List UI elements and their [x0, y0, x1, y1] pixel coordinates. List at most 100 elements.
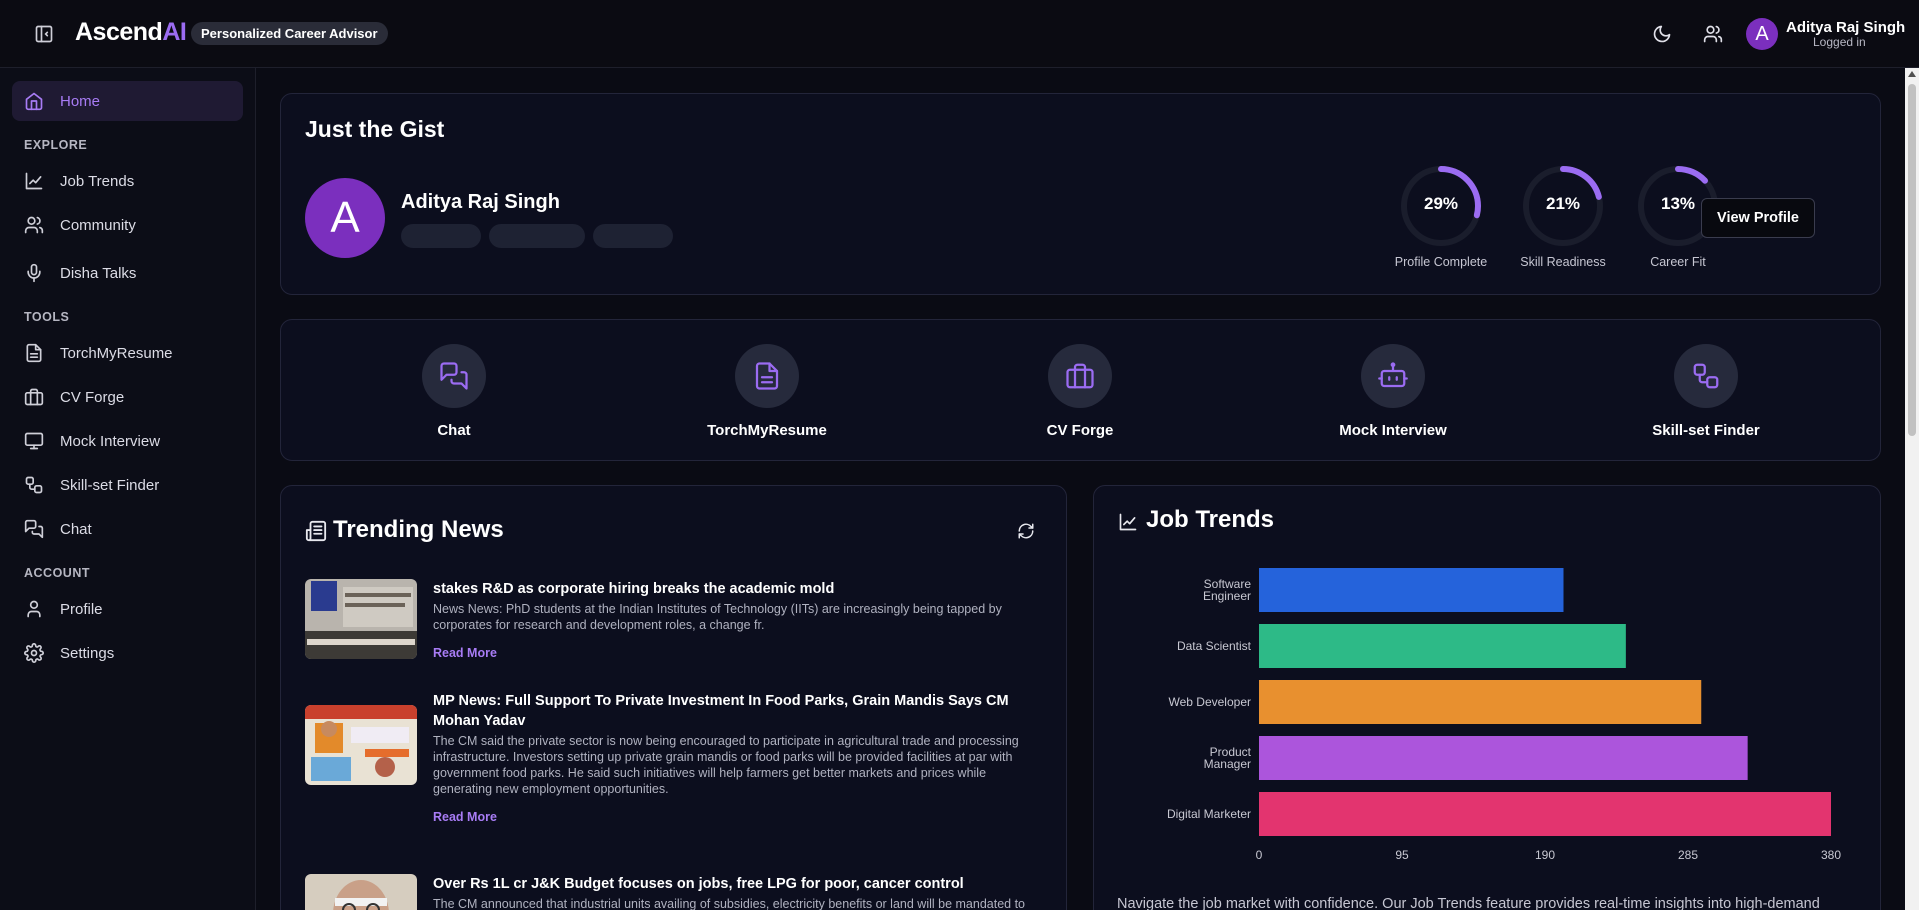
category-label: Digital Marketer	[1167, 807, 1251, 821]
news-headline[interactable]: Over Rs 1L cr J&K Budget focuses on jobs…	[433, 874, 1045, 894]
news-thumbnail	[305, 874, 417, 910]
user-icon	[27, 600, 41, 618]
briefcase-icon	[1066, 363, 1094, 389]
metric-value: 21%	[1545, 194, 1581, 213]
user-avatar[interactable]: A	[1746, 18, 1778, 50]
news-item[interactable]: Over Rs 1L cr J&K Budget focuses on jobs…	[305, 874, 1045, 910]
sidebar-item-label: Settings	[60, 644, 115, 662]
sidebar-item-disha-talks[interactable]: Disha Talks	[12, 253, 243, 293]
metric-label: Career Fit	[1650, 255, 1706, 269]
x-tick-label: 0	[1256, 848, 1263, 862]
microphone-icon	[27, 263, 41, 283]
messages-icon	[24, 519, 44, 539]
gear-icon	[24, 643, 44, 663]
refresh-icon[interactable]	[1017, 522, 1035, 540]
tool-label: TorchMyResume	[707, 422, 827, 439]
news-headline[interactable]: MP News: Full Support To Private Investm…	[433, 691, 1045, 731]
tools-card: Chat TorchMyResume CV Forge Mock Intervi…	[280, 319, 1881, 461]
metric-value: 29%	[1423, 194, 1459, 213]
workflow-icon	[25, 476, 43, 494]
page-scrollbar[interactable]	[1905, 68, 1919, 910]
metric-label: Skill Readiness	[1520, 255, 1606, 269]
skeleton-pill	[401, 224, 481, 248]
news-thumbnail	[305, 579, 417, 659]
sidebar-item-mock-interview[interactable]: Mock Interview	[12, 421, 243, 461]
x-tick-label: 190	[1535, 848, 1555, 862]
skeleton-pill	[593, 224, 673, 248]
briefcase-icon	[24, 388, 44, 406]
sidebar-item-job-trends[interactable]: Job Trends	[12, 161, 243, 201]
news-title: Trending News	[333, 516, 504, 543]
sidebar-item-skill-set-finder[interactable]: Skill-set Finder	[12, 465, 243, 505]
bar-web-developer[interactable]	[1259, 680, 1702, 724]
sidebar-item-label: TorchMyResume	[60, 344, 173, 362]
profile-name: Aditya Raj Singh	[401, 191, 560, 213]
file-text-icon	[26, 343, 42, 363]
users-icon	[24, 216, 44, 234]
section-tools: TOOLS	[24, 310, 70, 324]
tool-label: Mock Interview	[1339, 422, 1447, 439]
read-more-link[interactable]: Read More	[433, 646, 497, 660]
view-profile-button[interactable]: View Profile	[1701, 198, 1815, 238]
category-label: Manager	[1204, 757, 1251, 771]
bot-icon	[1378, 362, 1408, 388]
sidebar: Home EXPLORE Job Trends Community Disha …	[0, 68, 256, 910]
news-body: The CM announced that industrial units a…	[433, 897, 1025, 910]
gist-title: Just the Gist	[305, 116, 445, 142]
news-headline[interactable]: stakes R&D as corporate hiring breaks th…	[433, 579, 1045, 599]
sidebar-item-settings[interactable]: Settings	[12, 633, 243, 673]
sidebar-item-label: Chat	[60, 520, 92, 538]
job-trends-chart: SoftwareEngineerData ScientistWeb Develo…	[1167, 568, 1841, 862]
bar-software-engineer[interactable]	[1259, 568, 1564, 612]
sidebar-item-profile[interactable]: Profile	[12, 589, 243, 629]
sidebar-item-label: Skill-set Finder	[60, 476, 160, 494]
tagline-badge: Personalized Career Advisor	[191, 22, 388, 45]
scroll-up-arrow-icon[interactable]	[1908, 71, 1916, 77]
sidebar-item-label: Mock Interview	[60, 432, 161, 450]
workflow-icon	[1693, 363, 1719, 389]
sidebar-item-cv-forge[interactable]: CV Forge	[12, 377, 243, 417]
tool-skill-set-finder[interactable]: Skill-set Finder	[1606, 344, 1806, 439]
news-item[interactable]: MP News: Full Support To Private Investm…	[305, 691, 1045, 831]
tool-cv-forge[interactable]: CV Forge	[980, 344, 1180, 439]
user-status: Logged in	[1813, 35, 1866, 49]
job-trends-description: Navigate the job market with confidence.…	[1117, 896, 1820, 910]
x-tick-label: 95	[1395, 848, 1409, 862]
sidebar-item-community[interactable]: Community	[12, 205, 243, 245]
app-logo[interactable]: AscendAI	[75, 18, 187, 47]
newspaper-icon	[305, 520, 327, 542]
bar-product-manager[interactable]	[1259, 736, 1748, 780]
sidebar-item-home[interactable]: Home	[12, 81, 243, 121]
skeleton-pill	[489, 224, 585, 248]
tool-label: CV Forge	[1046, 422, 1114, 439]
trending-news-card: Trending News stakes R&D as corporate hi…	[280, 485, 1067, 910]
read-more-link[interactable]: Read More	[433, 810, 497, 824]
news-body: News News: PhD students at the Indian In…	[433, 602, 1002, 632]
messages-icon	[440, 362, 468, 390]
users-icon[interactable]	[1703, 24, 1723, 44]
moon-icon[interactable]	[1652, 24, 1672, 44]
chart-line-icon	[25, 172, 43, 190]
monitor-icon	[24, 432, 44, 450]
sidebar-item-chat[interactable]: Chat	[12, 509, 243, 549]
sidebar-toggle-icon[interactable]	[34, 24, 54, 44]
tool-mock-interview[interactable]: Mock Interview	[1293, 344, 1493, 439]
x-tick-label: 285	[1678, 848, 1698, 862]
sidebar-item-torchmyresume[interactable]: TorchMyResume	[12, 333, 243, 373]
job-trends-card: Job Trends Software Engineer Data Scientis…	[1093, 485, 1881, 910]
x-tick-label: 380	[1821, 848, 1841, 862]
bar-data-scientist[interactable]	[1259, 624, 1626, 668]
user-name: Aditya Raj Singh	[1786, 19, 1906, 36]
tool-chat[interactable]: Chat	[354, 344, 554, 439]
news-item[interactable]: stakes R&D as corporate hiring breaks th…	[305, 579, 1045, 669]
section-account: ACCOUNT	[24, 566, 90, 580]
scroll-thumb[interactable]	[1908, 84, 1916, 436]
section-explore: EXPLORE	[24, 138, 88, 152]
tool-torchmyresume[interactable]: TorchMyResume	[667, 344, 867, 439]
sidebar-item-label: Home	[60, 92, 101, 110]
bar-digital-marketer[interactable]	[1259, 792, 1831, 836]
category-label: Engineer	[1203, 589, 1251, 603]
top-header: AscendAI Personalized Career Advisor A A…	[0, 0, 1919, 68]
category-label: Data Scientist	[1177, 639, 1252, 653]
tool-label: Chat	[437, 422, 471, 439]
